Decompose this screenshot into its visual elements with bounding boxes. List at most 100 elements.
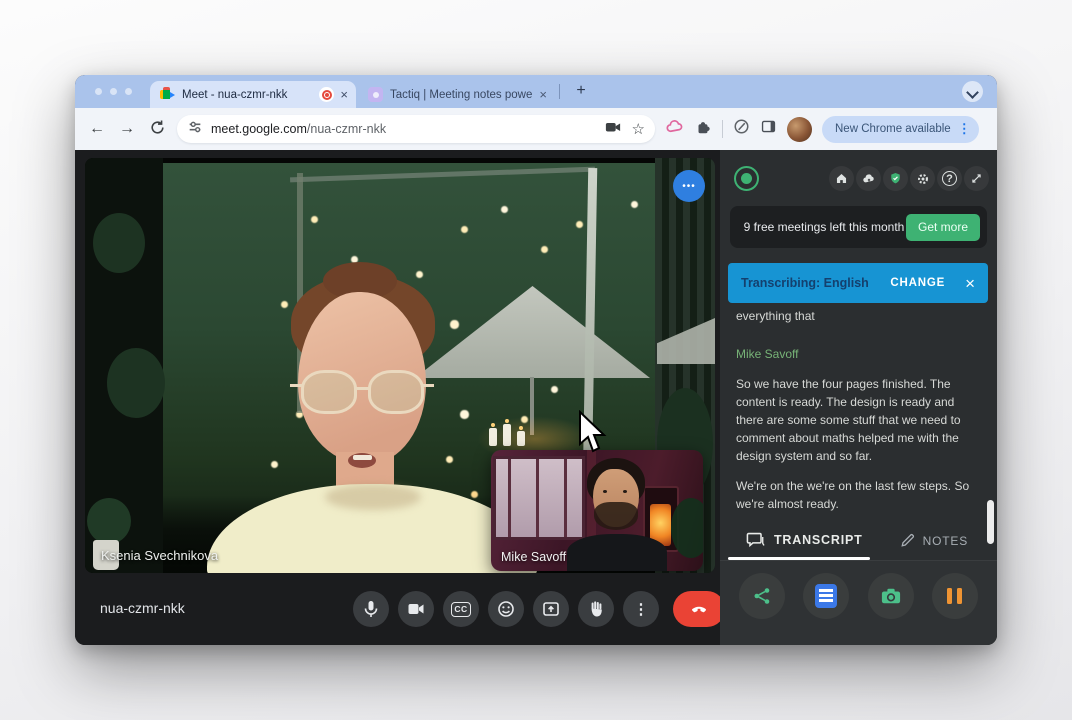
pip-plant <box>671 498 703 558</box>
chrome-update-label: New Chrome available <box>835 123 951 135</box>
address-bar[interactable]: meet.google.com/nua-czmr-nkk ☆ <box>177 115 655 143</box>
tab-close-icon[interactable]: × <box>539 88 547 101</box>
pause-icon <box>947 588 962 604</box>
tab-transcript-label: TRANSCRIPT <box>774 533 863 547</box>
browser-menu-icon[interactable]: ⋮ <box>958 121 971 137</box>
pip-beard <box>594 502 638 530</box>
new-tab-button[interactable]: + <box>570 80 592 102</box>
tab-notes[interactable]: NOTES <box>900 533 968 548</box>
microphone-button[interactable] <box>353 591 389 627</box>
banner-close-icon[interactable]: × <box>965 275 975 292</box>
home-icon[interactable] <box>829 166 854 191</box>
forward-button[interactable]: → <box>117 121 137 137</box>
tab-meet[interactable]: Meet - nua-czmr-nkk × <box>150 81 356 108</box>
video-left-foliage <box>85 158 163 573</box>
share-button[interactable] <box>739 573 785 619</box>
tab-title: Tactiq | Meeting notes powe <box>390 89 533 101</box>
google-docs-icon <box>815 584 837 608</box>
tab-notes-label: NOTES <box>923 534 968 548</box>
tactiq-favicon <box>368 87 383 102</box>
transcript-panel: everything that Mike Savoff So we have t… <box>736 303 983 533</box>
privacy-shield-icon[interactable] <box>883 166 908 191</box>
meet-favicon <box>160 87 175 102</box>
cloud-sync-icon[interactable] <box>856 166 881 191</box>
transcribing-label: Transcribing: English <box>741 276 890 290</box>
free-meetings-text: 9 free meetings left this month <box>730 220 906 235</box>
umbrella-fragment <box>657 318 715 364</box>
window-close-dot[interactable] <box>95 88 102 95</box>
tab-close-icon[interactable]: × <box>340 88 348 101</box>
sidebar-tabs: TRANSCRIPT NOTES <box>720 527 997 560</box>
glasses-lens <box>368 370 424 414</box>
chat-icon <box>746 531 765 548</box>
transcript-text: We're on the we're on the last few steps… <box>736 477 983 513</box>
transcript-text: everything that <box>736 307 983 325</box>
browser-toolbar: ← → meet.google.com/nua-czmr-nkk ☆ New C… <box>75 108 997 150</box>
url-text: meet.google.com/nua-czmr-nkk <box>211 122 604 136</box>
reactions-button[interactable] <box>488 591 524 627</box>
cc-icon: CC <box>451 602 471 617</box>
window-minimize-dot[interactable] <box>110 88 117 95</box>
settings-gear-icon[interactable] <box>910 166 935 191</box>
open-docs-button[interactable] <box>803 573 849 619</box>
bookmark-star-icon[interactable]: ☆ <box>632 120 645 138</box>
free-meetings-banner: 9 free meetings left this month Get more <box>730 206 987 248</box>
back-button[interactable]: ← <box>87 121 107 137</box>
change-language-button[interactable]: CHANGE <box>890 277 945 289</box>
transcribing-banner: Transcribing: English CHANGE × <box>728 263 988 303</box>
transcript-text: So we have the four pages finished. The … <box>736 375 983 465</box>
site-info-icon[interactable] <box>187 119 203 140</box>
tactiq-sidebar: ? 9 free meetings left this month Get mo… <box>720 150 997 645</box>
pip-window <box>493 456 585 540</box>
captions-button[interactable]: CC <box>443 591 479 627</box>
reload-button[interactable] <box>147 119 167 140</box>
call-controls: CC ⋮ <box>353 591 725 627</box>
present-screen-button[interactable] <box>533 591 569 627</box>
desktop-background: Meet - nua-czmr-nkk × Tactiq | Meeting n… <box>0 0 1072 720</box>
window-zoom-dot[interactable] <box>125 88 132 95</box>
tactiq-logo <box>734 166 759 191</box>
pause-transcription-button[interactable] <box>932 573 978 619</box>
foliage <box>93 213 145 273</box>
side-panel-icon[interactable] <box>760 118 777 140</box>
tab-tactiq[interactable]: Tactiq | Meeting notes powe × <box>358 81 555 108</box>
pip-eye <box>603 490 607 493</box>
tab-transcript[interactable]: TRANSCRIPT <box>746 531 863 548</box>
tab-search-chevron-icon[interactable] <box>962 81 983 102</box>
google-meet-area: ••• Mike Savoff <box>75 150 720 645</box>
extensions-puzzle-icon[interactable] <box>694 118 712 141</box>
help-icon[interactable]: ? <box>937 166 962 191</box>
pip-shirt <box>567 534 667 571</box>
tab-divider <box>559 84 560 99</box>
extension-pink-icon[interactable] <box>665 118 684 140</box>
browser-window: Meet - nua-czmr-nkk × Tactiq | Meeting n… <box>75 75 997 645</box>
pencil-icon <box>900 533 915 548</box>
foliage <box>107 348 165 418</box>
raise-hand-button[interactable] <box>578 591 614 627</box>
camera-button[interactable] <box>398 591 434 627</box>
sidebar-header: ? <box>732 162 989 198</box>
plant <box>87 498 131 544</box>
sidebar-header-icons: ? <box>829 166 989 191</box>
pip-participant-name: Mike Savoff <box>501 550 566 564</box>
more-options-button[interactable]: ⋮ <box>623 591 659 627</box>
main-video-tile: ••• Mike Savoff <box>85 158 715 573</box>
mouse-cursor <box>577 410 607 454</box>
chat-bubble-button[interactable]: ••• <box>673 170 705 202</box>
chrome-update-pill[interactable]: New Chrome available ⋮ <box>822 116 979 143</box>
window-controls[interactable] <box>95 88 132 95</box>
end-call-button[interactable] <box>673 591 725 627</box>
pip-eye <box>623 490 627 493</box>
get-more-button[interactable]: Get more <box>906 214 980 241</box>
teeth <box>353 455 372 460</box>
tab-strip: Meet - nua-czmr-nkk × Tactiq | Meeting n… <box>75 75 997 108</box>
profile-avatar[interactable] <box>787 117 812 142</box>
meeting-code: nua-czmr-nkk <box>100 600 185 616</box>
camera-permission-icon[interactable] <box>604 119 622 140</box>
transcript-speaker: Mike Savoff <box>736 345 983 363</box>
shirt <box>207 484 537 573</box>
screenshot-button[interactable] <box>868 573 914 619</box>
extension-circle-icon[interactable] <box>733 118 750 140</box>
pip-video-tile[interactable]: Mike Savoff <box>491 450 703 571</box>
popout-pin-icon[interactable] <box>964 166 989 191</box>
